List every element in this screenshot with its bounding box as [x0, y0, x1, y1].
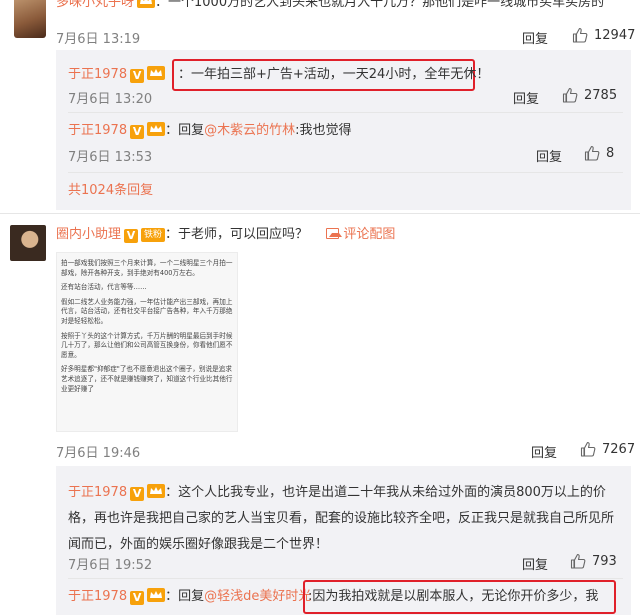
- verified-v-icon: V: [130, 69, 145, 83]
- like-count: 7267: [602, 441, 636, 457]
- crown-badge-icon: [137, 0, 156, 8]
- reply-button[interactable]: 回复: [536, 146, 562, 165]
- avatar[interactable]: [14, 0, 46, 38]
- image-text-line: 假如二线艺人业务能力强，一年估计能产出三部戏，再加上代言，站台活动，还有社交平台…: [61, 297, 233, 325]
- image-text-line: 还有站台活动，代言等等……: [61, 283, 147, 292]
- crown-badge-icon: [147, 588, 166, 602]
- reply-button[interactable]: 回复: [531, 442, 557, 461]
- divider: [0, 213, 640, 214]
- comment-image[interactable]: 拍一部戏我们按照三个月来计算，一个二线明星三个月拍一部戏，除开各种开支，到手绝对…: [56, 252, 238, 432]
- image-text-line: 好多明星都"抑郁症"了也不愿意退出这个圈子，别说是追求艺术追逐了，还不就是赚钱赚…: [61, 365, 233, 393]
- reply-button[interactable]: 回复: [522, 554, 548, 573]
- verified-v-icon: V: [124, 229, 139, 243]
- like-count: 793: [592, 553, 617, 569]
- like-button[interactable]: 793: [570, 553, 617, 569]
- reply-date: 7月6日 19:52: [68, 558, 153, 573]
- picture-link-label: 评论配图: [343, 227, 396, 242]
- reply-prefix: ：回复: [165, 589, 205, 604]
- reply-item: 于正1978 V: [68, 66, 166, 84]
- comment-text: 圈内小助理 V 铁粉 ：于老师，可以回应吗？ 评论配图: [56, 226, 395, 244]
- reply-text: ：一年拍三部+广告+活动，一天24小时，全年无休！: [178, 67, 490, 82]
- like-count: 2785: [584, 87, 618, 103]
- verified-v-icon: V: [130, 125, 145, 139]
- picture-link[interactable]: 评论配图: [326, 227, 395, 242]
- reply-button[interactable]: 回复: [522, 28, 548, 47]
- crown-badge-icon: [147, 66, 166, 80]
- username[interactable]: 圈内小助理: [56, 227, 121, 242]
- divider: [68, 172, 623, 173]
- comment-text: 多味小丸子呀 ：一个1000万的艺人到头来也就月入千几万？那他们是咋一线城市买车买…: [56, 0, 604, 12]
- crown-badge-icon: [147, 122, 166, 136]
- avatar[interactable]: [10, 225, 46, 261]
- image-text-line: 按照于丫头的这个计算方式，千万片酬的明星最后到手时候几十万了，那么让他们和公司高…: [61, 331, 233, 359]
- thumb-up-icon: [580, 441, 596, 457]
- like-button[interactable]: 8: [584, 145, 614, 161]
- reply-item: 于正1978 V ：这个人比我专业，也许是出道二十年我从未给过外面的演员800万以上…: [68, 480, 620, 558]
- username[interactable]: 于正1978: [68, 123, 127, 138]
- reply-prefix: ：回复: [165, 123, 205, 138]
- thumb-up-icon: [584, 145, 600, 161]
- comment-body: ：于老师，可以回应吗？: [165, 227, 309, 242]
- reply-text: :我也觉得: [295, 123, 352, 138]
- more-replies-link[interactable]: 共1024条回复: [68, 182, 153, 200]
- reply-button[interactable]: 回复: [513, 88, 539, 107]
- username[interactable]: 于正1978: [68, 485, 127, 500]
- verified-v-icon: V: [130, 591, 145, 605]
- like-count: 12947: [594, 27, 636, 43]
- divider: [68, 112, 623, 113]
- picture-icon: [326, 228, 343, 239]
- reply-item: 于正1978 V ：回复@轻浅de美好时光: [68, 588, 311, 606]
- thumb-up-icon: [570, 553, 586, 569]
- username[interactable]: 多味小丸子呀: [56, 0, 134, 10]
- reply-item: 于正1978 V ：回复@木紫云的竹林:我也觉得: [68, 122, 352, 140]
- like-button[interactable]: 7267: [580, 441, 635, 457]
- comment-date: 7月6日 13:19: [56, 32, 141, 47]
- reply-date: 7月6日 13:53: [68, 150, 153, 165]
- like-button[interactable]: 12947: [572, 27, 635, 43]
- verified-v-icon: V: [130, 487, 145, 501]
- image-text-line: 拍一部戏我们按照三个月来计算，一个二线明星三个月拍一部戏，除开各种开支，到手绝对…: [61, 259, 233, 277]
- comment-body: ：一个1000万的艺人到头来也就月入千几万？那他们是咋一线城市买车买房的: [155, 0, 605, 10]
- username[interactable]: 于正1978: [68, 589, 127, 604]
- username[interactable]: 于正1978: [68, 67, 127, 82]
- divider: [68, 578, 623, 579]
- reply-text: :因为我拍戏就是以剧本服人，无论你开价多少，我: [308, 589, 599, 604]
- comment-date: 7月6日 19:46: [56, 446, 141, 461]
- mention-link[interactable]: @轻浅de美好时光: [204, 589, 311, 604]
- crown-badge-icon: [147, 484, 166, 498]
- mention-link[interactable]: @木紫云的竹林: [204, 123, 295, 138]
- like-button[interactable]: 2785: [562, 87, 617, 103]
- thumb-up-icon: [562, 87, 578, 103]
- like-count: 8: [606, 145, 615, 161]
- reply-date: 7月6日 13:20: [68, 92, 153, 107]
- thumb-up-icon: [572, 27, 588, 43]
- fan-badge: 铁粉: [141, 228, 166, 242]
